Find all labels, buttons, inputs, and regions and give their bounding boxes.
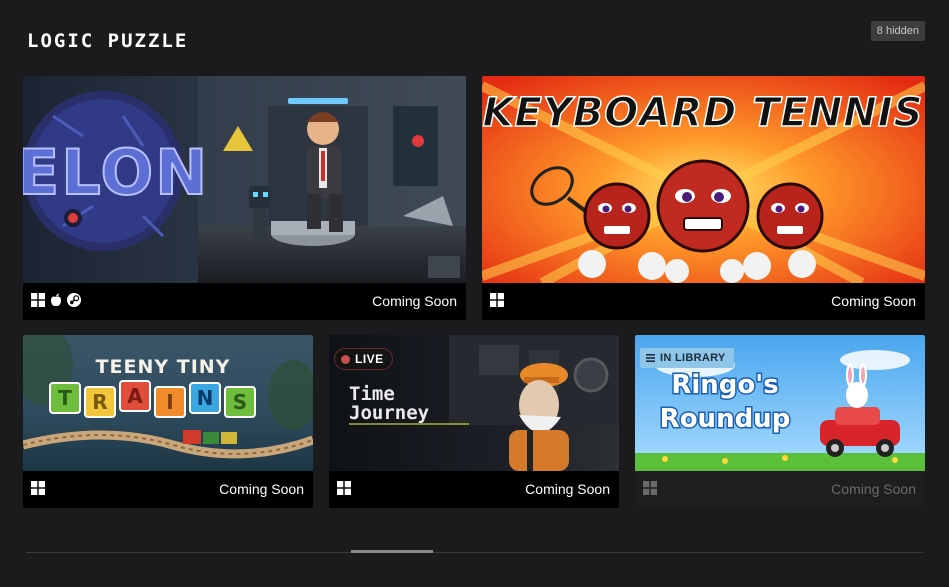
platform-list xyxy=(31,481,45,495)
windows-icon xyxy=(31,293,45,307)
trains-title-top: TEENY TINY xyxy=(96,356,231,378)
platform-list xyxy=(337,481,351,495)
list-icon xyxy=(646,354,655,362)
game-card-keyboard-tennis[interactable]: KEYBOARD TENNIS Coming Soon xyxy=(482,76,925,320)
card-footer: Coming Soon xyxy=(329,471,619,508)
trains-letter: S xyxy=(233,390,247,414)
hidden-count-badge[interactable]: 8 hidden xyxy=(870,21,925,41)
game-card-ringos-roundup[interactable]: Ringo's Roundup IN LIBRARY Coming Soon xyxy=(635,335,925,508)
release-status: Coming Soon xyxy=(831,481,916,497)
trains-letter: A xyxy=(127,384,143,408)
time-journey-title-2: Journey xyxy=(349,402,429,424)
keyboard-tennis-logo-text: KEYBOARD TENNIS xyxy=(483,90,924,136)
card-footer: Coming Soon xyxy=(23,283,466,320)
ringo-title-2: Roundup xyxy=(660,404,791,434)
live-badge-label: LIVE xyxy=(355,352,384,366)
section-divider xyxy=(26,552,923,553)
release-status: Coming Soon xyxy=(831,293,916,309)
windows-icon xyxy=(337,481,351,495)
trains-letter: T xyxy=(58,386,72,410)
platform-list xyxy=(31,293,81,307)
in-library-label: IN LIBRARY xyxy=(660,352,726,364)
card-footer: Coming Soon xyxy=(635,471,925,508)
trains-letter: I xyxy=(166,390,173,414)
game-capsule-art: Ringo's Roundup IN LIBRARY xyxy=(635,335,925,471)
ringo-title-1: Ringo's xyxy=(671,370,778,400)
release-status: Coming Soon xyxy=(372,293,457,309)
game-card-elon[interactable]: ELON Coming Soon xyxy=(23,76,466,320)
game-capsule-art: Time Journey LIVE xyxy=(329,335,619,471)
trains-letter: R xyxy=(92,390,107,414)
platform-list xyxy=(490,293,504,307)
steam-icon xyxy=(67,293,81,307)
game-capsule-art: KEYBOARD TENNIS xyxy=(482,76,925,283)
windows-icon xyxy=(490,293,504,307)
windows-icon xyxy=(643,481,657,495)
release-status: Coming Soon xyxy=(525,481,610,497)
game-capsule-art: ELON xyxy=(23,76,466,283)
trains-letter: N xyxy=(197,386,214,410)
in-library-badge: IN LIBRARY xyxy=(640,348,734,368)
card-footer: Coming Soon xyxy=(23,471,313,508)
live-badge: LIVE xyxy=(334,348,393,370)
apple-icon xyxy=(51,293,61,307)
windows-icon xyxy=(31,481,45,495)
release-status: Coming Soon xyxy=(219,481,304,497)
game-card-teeny-tiny-trains[interactable]: TEENY TINY T R A I N S Coming Soon xyxy=(23,335,313,508)
game-card-time-journey[interactable]: Time Journey LIVE Coming Soon xyxy=(329,335,619,508)
platform-list xyxy=(643,481,657,495)
carousel-page-indicator[interactable] xyxy=(351,550,433,553)
section-title: LOGIC PUZZLE xyxy=(27,30,189,52)
elon-logo-text: ELON xyxy=(23,136,209,209)
card-footer: Coming Soon xyxy=(482,283,925,320)
live-dot-icon xyxy=(341,354,350,364)
game-capsule-art: TEENY TINY T R A I N S xyxy=(23,335,313,471)
